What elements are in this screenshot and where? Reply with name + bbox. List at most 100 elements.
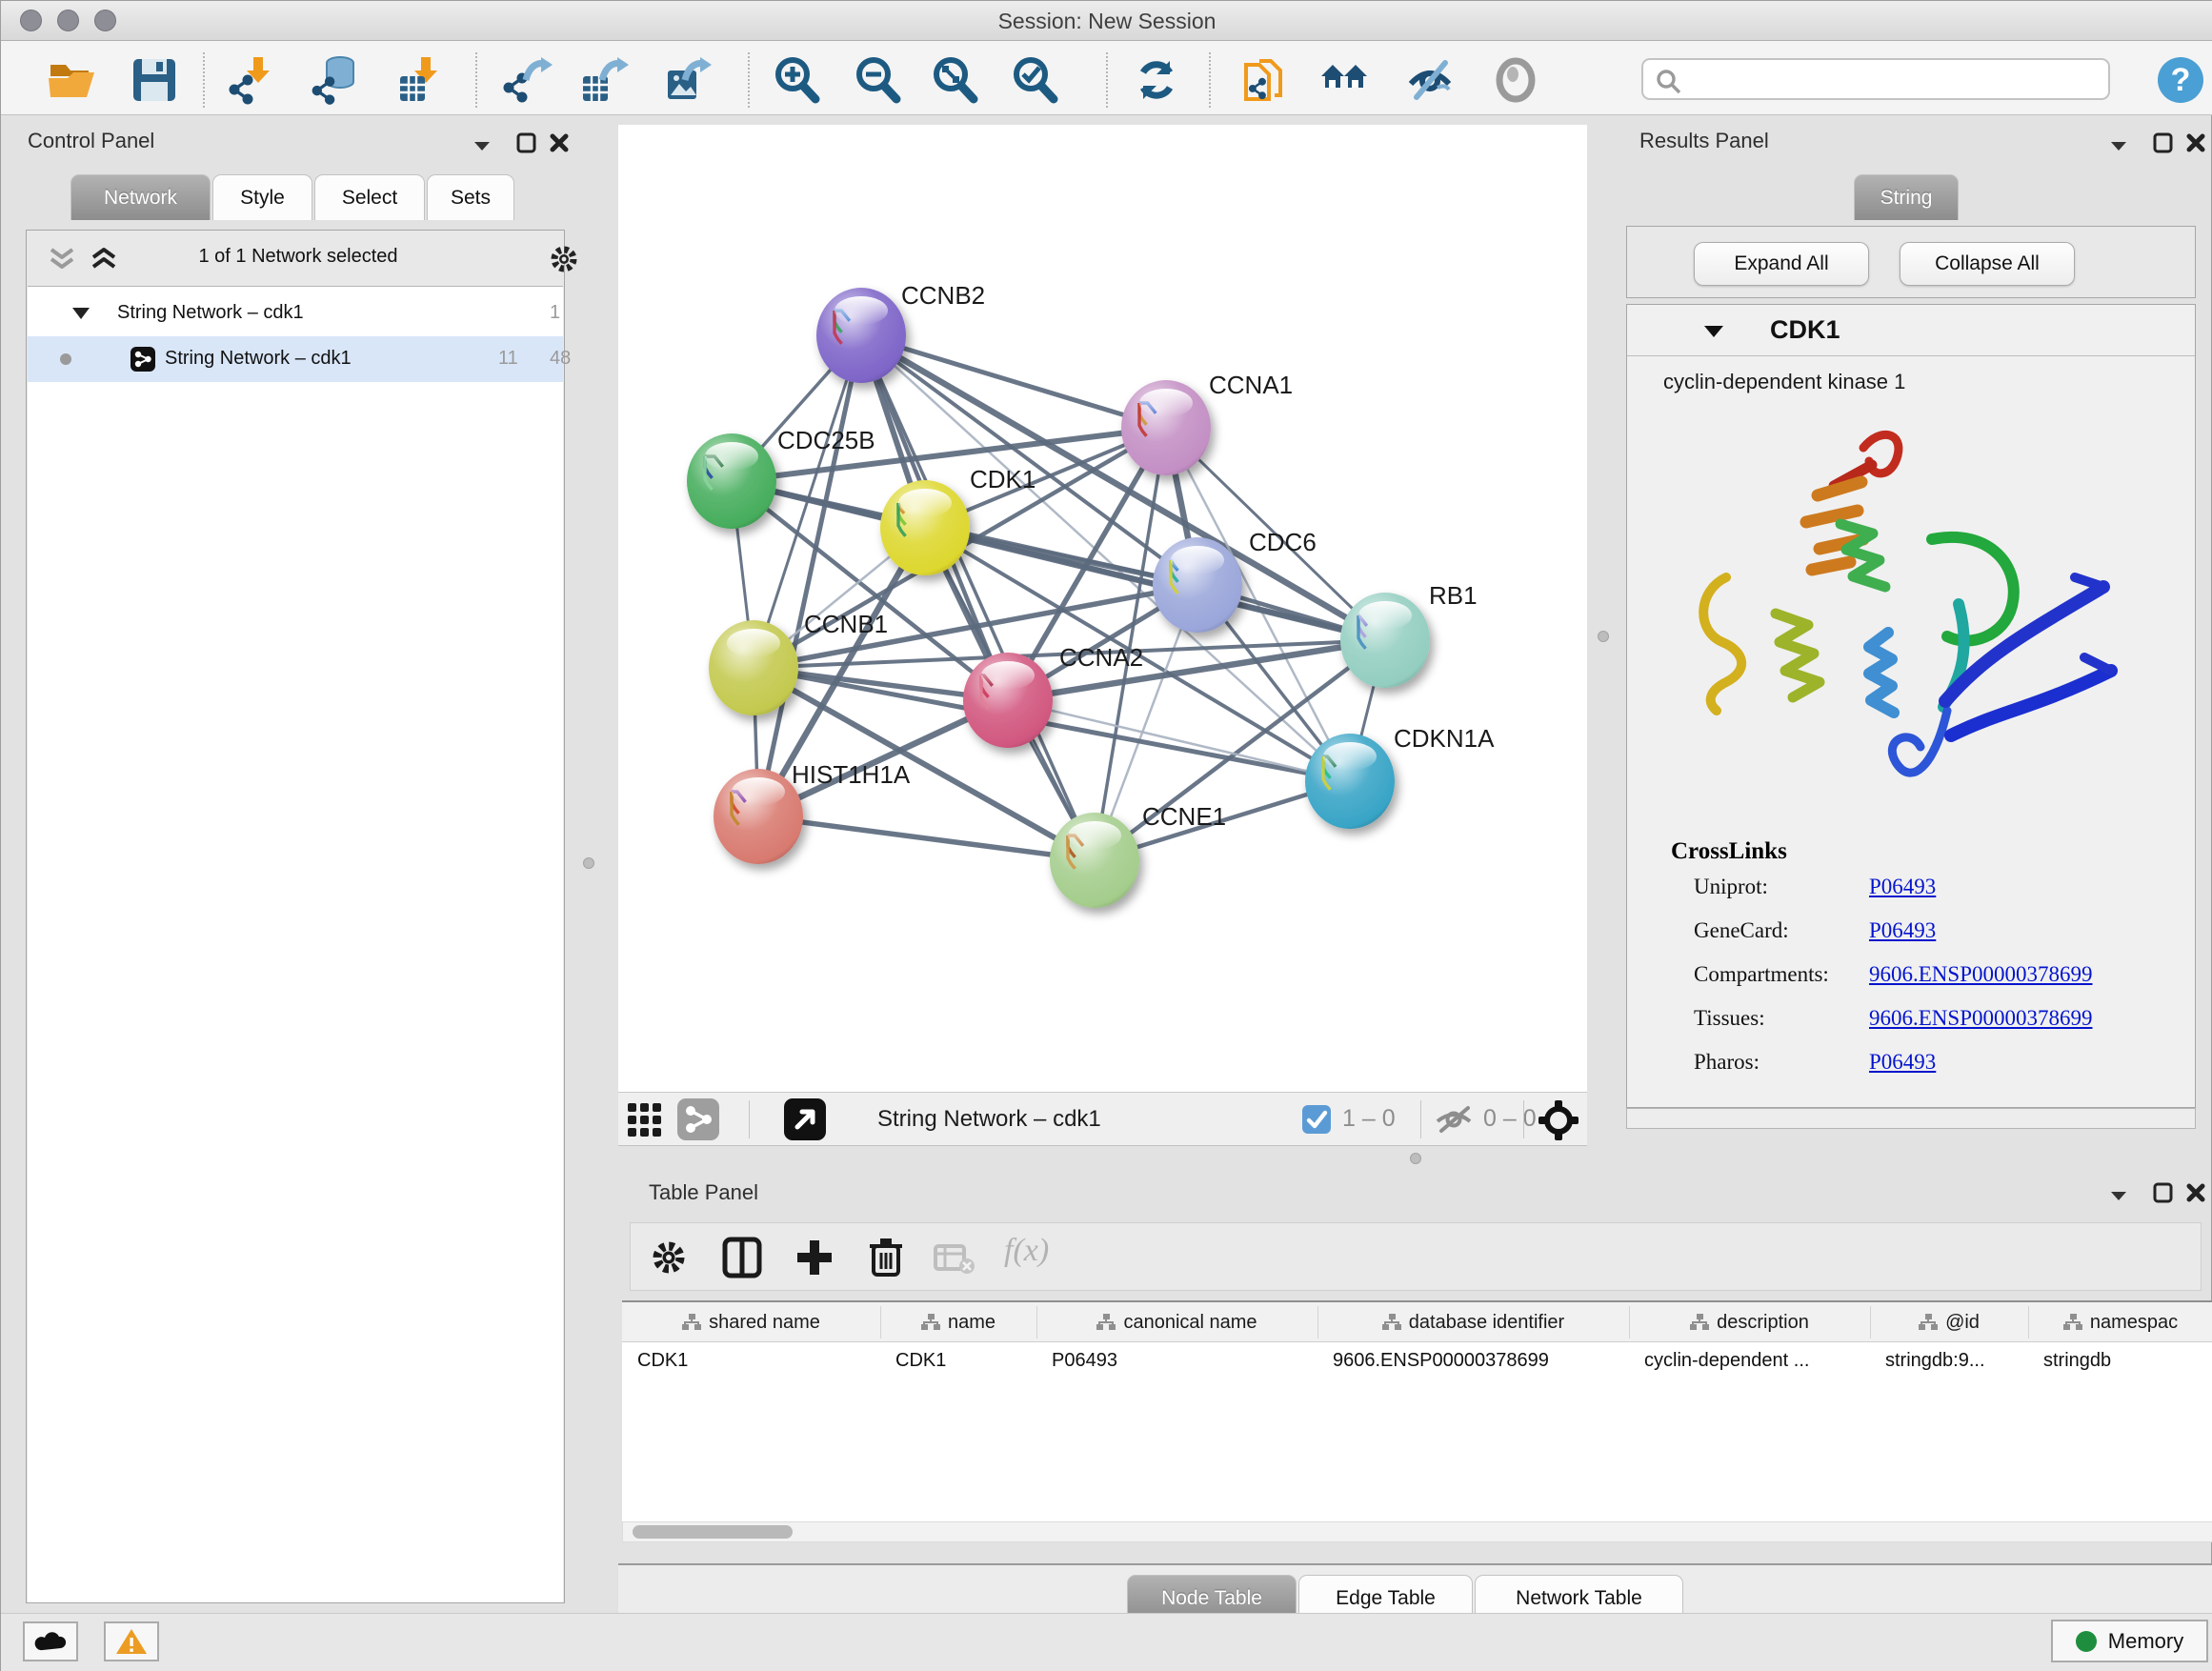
collapse-all-icon[interactable] xyxy=(48,246,76,272)
open-in-window-icon[interactable] xyxy=(784,1098,826,1140)
table-panel-close-icon[interactable] xyxy=(2183,1180,2208,1205)
birds-eye-icon[interactable] xyxy=(1537,1098,1580,1142)
zoom-fit-icon[interactable] xyxy=(930,55,979,105)
network-canvas[interactable]: CCNB2CCNA1CDC25BCDK1CDC6RB1CCNB1CCNA2CDK… xyxy=(618,125,1587,1092)
network-node-HIST1H1A[interactable]: HIST1H1A xyxy=(714,760,911,864)
tab-sets[interactable]: Sets xyxy=(427,174,514,220)
toolbar-separator xyxy=(1106,52,1108,108)
column-header-namespac[interactable]: namespac xyxy=(2028,1302,2212,1342)
column-header-databaseidentifier[interactable]: database identifier xyxy=(1317,1302,1629,1342)
crosslink-label: Pharos: xyxy=(1694,1050,1760,1075)
tab-network[interactable]: Network xyxy=(70,174,211,220)
zoom-out-icon[interactable] xyxy=(853,55,902,105)
table-cell[interactable]: 9606.ENSP00000378699 xyxy=(1333,1350,1549,1372)
toolbar-separator xyxy=(475,52,477,108)
columns-icon[interactable] xyxy=(722,1237,762,1278)
control-panel-float-icon[interactable] xyxy=(513,131,538,155)
network-node-RB1[interactable]: RB1 xyxy=(1340,581,1478,688)
help-button[interactable]: ? xyxy=(2156,55,2205,105)
collapse-all-button[interactable]: Collapse All xyxy=(1900,242,2075,286)
results-panel-float-icon[interactable] xyxy=(2150,131,2175,155)
delete-column-icon[interactable] xyxy=(867,1235,905,1278)
results-panel-close-icon[interactable] xyxy=(2183,131,2208,155)
gear-icon[interactable] xyxy=(549,244,579,274)
export-image-icon[interactable] xyxy=(662,55,712,105)
warning-status-button[interactable] xyxy=(104,1621,159,1661)
zoom-selected-icon[interactable] xyxy=(1010,55,1059,105)
bottom-splitter-handle[interactable] xyxy=(1410,1153,1421,1164)
grid-view-icon[interactable] xyxy=(626,1101,664,1137)
table-cell[interactable]: CDK1 xyxy=(637,1350,688,1372)
hidden-eye-icon[interactable] xyxy=(1434,1104,1476,1135)
expand-all-icon[interactable] xyxy=(90,246,118,272)
export-network-icon[interactable] xyxy=(503,55,553,105)
right-splitter-handle[interactable] xyxy=(1598,631,1609,642)
disclosure-triangle-icon[interactable] xyxy=(71,306,90,321)
table-cell[interactable]: P06493 xyxy=(1052,1350,1117,1372)
show-all-icon[interactable] xyxy=(1491,55,1540,105)
table-panel-float-icon[interactable] xyxy=(2150,1180,2175,1205)
column-header-name[interactable]: name xyxy=(880,1302,1036,1342)
table-hscrollbar[interactable] xyxy=(622,1521,2212,1542)
sort-tree-icon xyxy=(921,1314,940,1331)
document-share-icon[interactable] xyxy=(1240,55,1290,105)
table-panel-title: Table Panel xyxy=(649,1180,758,1205)
section-disclosure-icon[interactable] xyxy=(1703,324,1724,339)
network-node-CCNE1[interactable]: CCNE1 xyxy=(1050,802,1226,908)
selected-checkbox-icon[interactable] xyxy=(1302,1105,1331,1134)
network-node-CDK1[interactable]: CDK1 xyxy=(880,465,1036,575)
open-folder-icon[interactable] xyxy=(47,55,96,105)
gene-description: cyclin-dependent kinase 1 xyxy=(1663,370,1905,394)
tab-select[interactable]: Select xyxy=(314,174,425,220)
node-label: CCNA2 xyxy=(1059,643,1143,672)
column-header-description[interactable]: description xyxy=(1629,1302,1870,1342)
string-badge-icon[interactable] xyxy=(677,1098,719,1140)
results-panel-menu-icon[interactable] xyxy=(2106,132,2131,157)
network-row-selected[interactable]: String Network – cdk1 11 48 xyxy=(28,336,563,382)
left-splitter-handle[interactable] xyxy=(583,857,594,869)
tab-string[interactable]: String xyxy=(1854,174,1959,220)
table-cell[interactable]: CDK1 xyxy=(895,1350,946,1372)
crosslink-link[interactable]: P06493 xyxy=(1869,1050,1936,1075)
network-collection-row[interactable]: String Network – cdk1 1 xyxy=(28,291,563,336)
table-toolbar: f(x) xyxy=(630,1222,2202,1291)
export-table-icon[interactable] xyxy=(579,55,629,105)
column-header-id[interactable]: @id xyxy=(1870,1302,2028,1342)
control-panel-close-icon[interactable] xyxy=(547,131,572,155)
home-network-icon[interactable] xyxy=(1319,55,1369,105)
import-database-icon[interactable] xyxy=(312,55,361,105)
save-icon[interactable] xyxy=(130,55,179,105)
table-cell[interactable]: stringdb:9... xyxy=(1885,1350,1985,1372)
column-header-canonicalname[interactable]: canonical name xyxy=(1036,1302,1317,1342)
network-list-panel: 1 of 1 Network selected String Network –… xyxy=(26,230,565,1603)
import-table-icon[interactable] xyxy=(396,55,446,105)
table-hscrollbar-thumb[interactable] xyxy=(633,1525,793,1539)
column-header-sharedname[interactable]: shared name xyxy=(622,1302,880,1342)
cloud-status-button[interactable] xyxy=(23,1621,78,1661)
gene-section-header[interactable]: CDK1 xyxy=(1627,305,2195,356)
control-panel-menu-icon[interactable] xyxy=(470,132,494,157)
refresh-icon[interactable] xyxy=(1132,55,1181,105)
svg-text:?: ? xyxy=(2171,62,2191,98)
memory-button[interactable]: Memory xyxy=(2051,1620,2208,1662)
table-panel-menu-icon[interactable] xyxy=(2106,1182,2131,1207)
network-node-CCNA1[interactable]: CCNA1 xyxy=(1121,371,1293,475)
network-node-CDKN1A[interactable]: CDKN1A xyxy=(1305,724,1495,829)
selected-count: 1 – 0 xyxy=(1342,1105,1396,1133)
crosslink-link[interactable]: 9606.ENSP00000378699 xyxy=(1869,1006,2093,1031)
table-cell[interactable]: stringdb xyxy=(2043,1350,2111,1372)
crosslink-link[interactable]: 9606.ENSP00000378699 xyxy=(1869,962,2093,987)
table-cell[interactable]: cyclin-dependent ... xyxy=(1644,1350,1809,1372)
crosslink-link[interactable]: P06493 xyxy=(1869,918,1936,943)
add-column-icon[interactable] xyxy=(794,1237,835,1278)
protein-structure-image xyxy=(1677,408,2124,817)
zoom-in-icon[interactable] xyxy=(772,55,821,105)
hide-unhide-icon[interactable] xyxy=(1405,55,1455,105)
tab-style[interactable]: Style xyxy=(212,174,312,220)
expand-all-button[interactable]: Expand All xyxy=(1694,242,1869,286)
import-network-icon[interactable] xyxy=(229,55,278,105)
results-scroll-strip[interactable] xyxy=(1626,1108,2196,1129)
crosslink-link[interactable]: P06493 xyxy=(1869,875,1936,899)
search-input[interactable] xyxy=(1687,62,2097,96)
table-gear-icon[interactable] xyxy=(650,1238,688,1277)
